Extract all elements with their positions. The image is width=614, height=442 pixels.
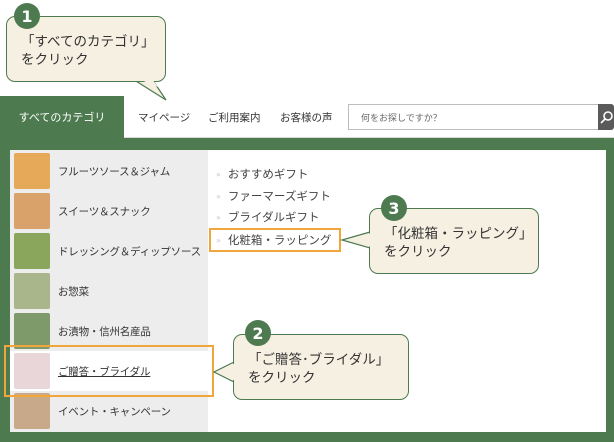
step-3-badge: 3	[381, 195, 407, 221]
callout-3-pointer-cover	[350, 233, 371, 247]
